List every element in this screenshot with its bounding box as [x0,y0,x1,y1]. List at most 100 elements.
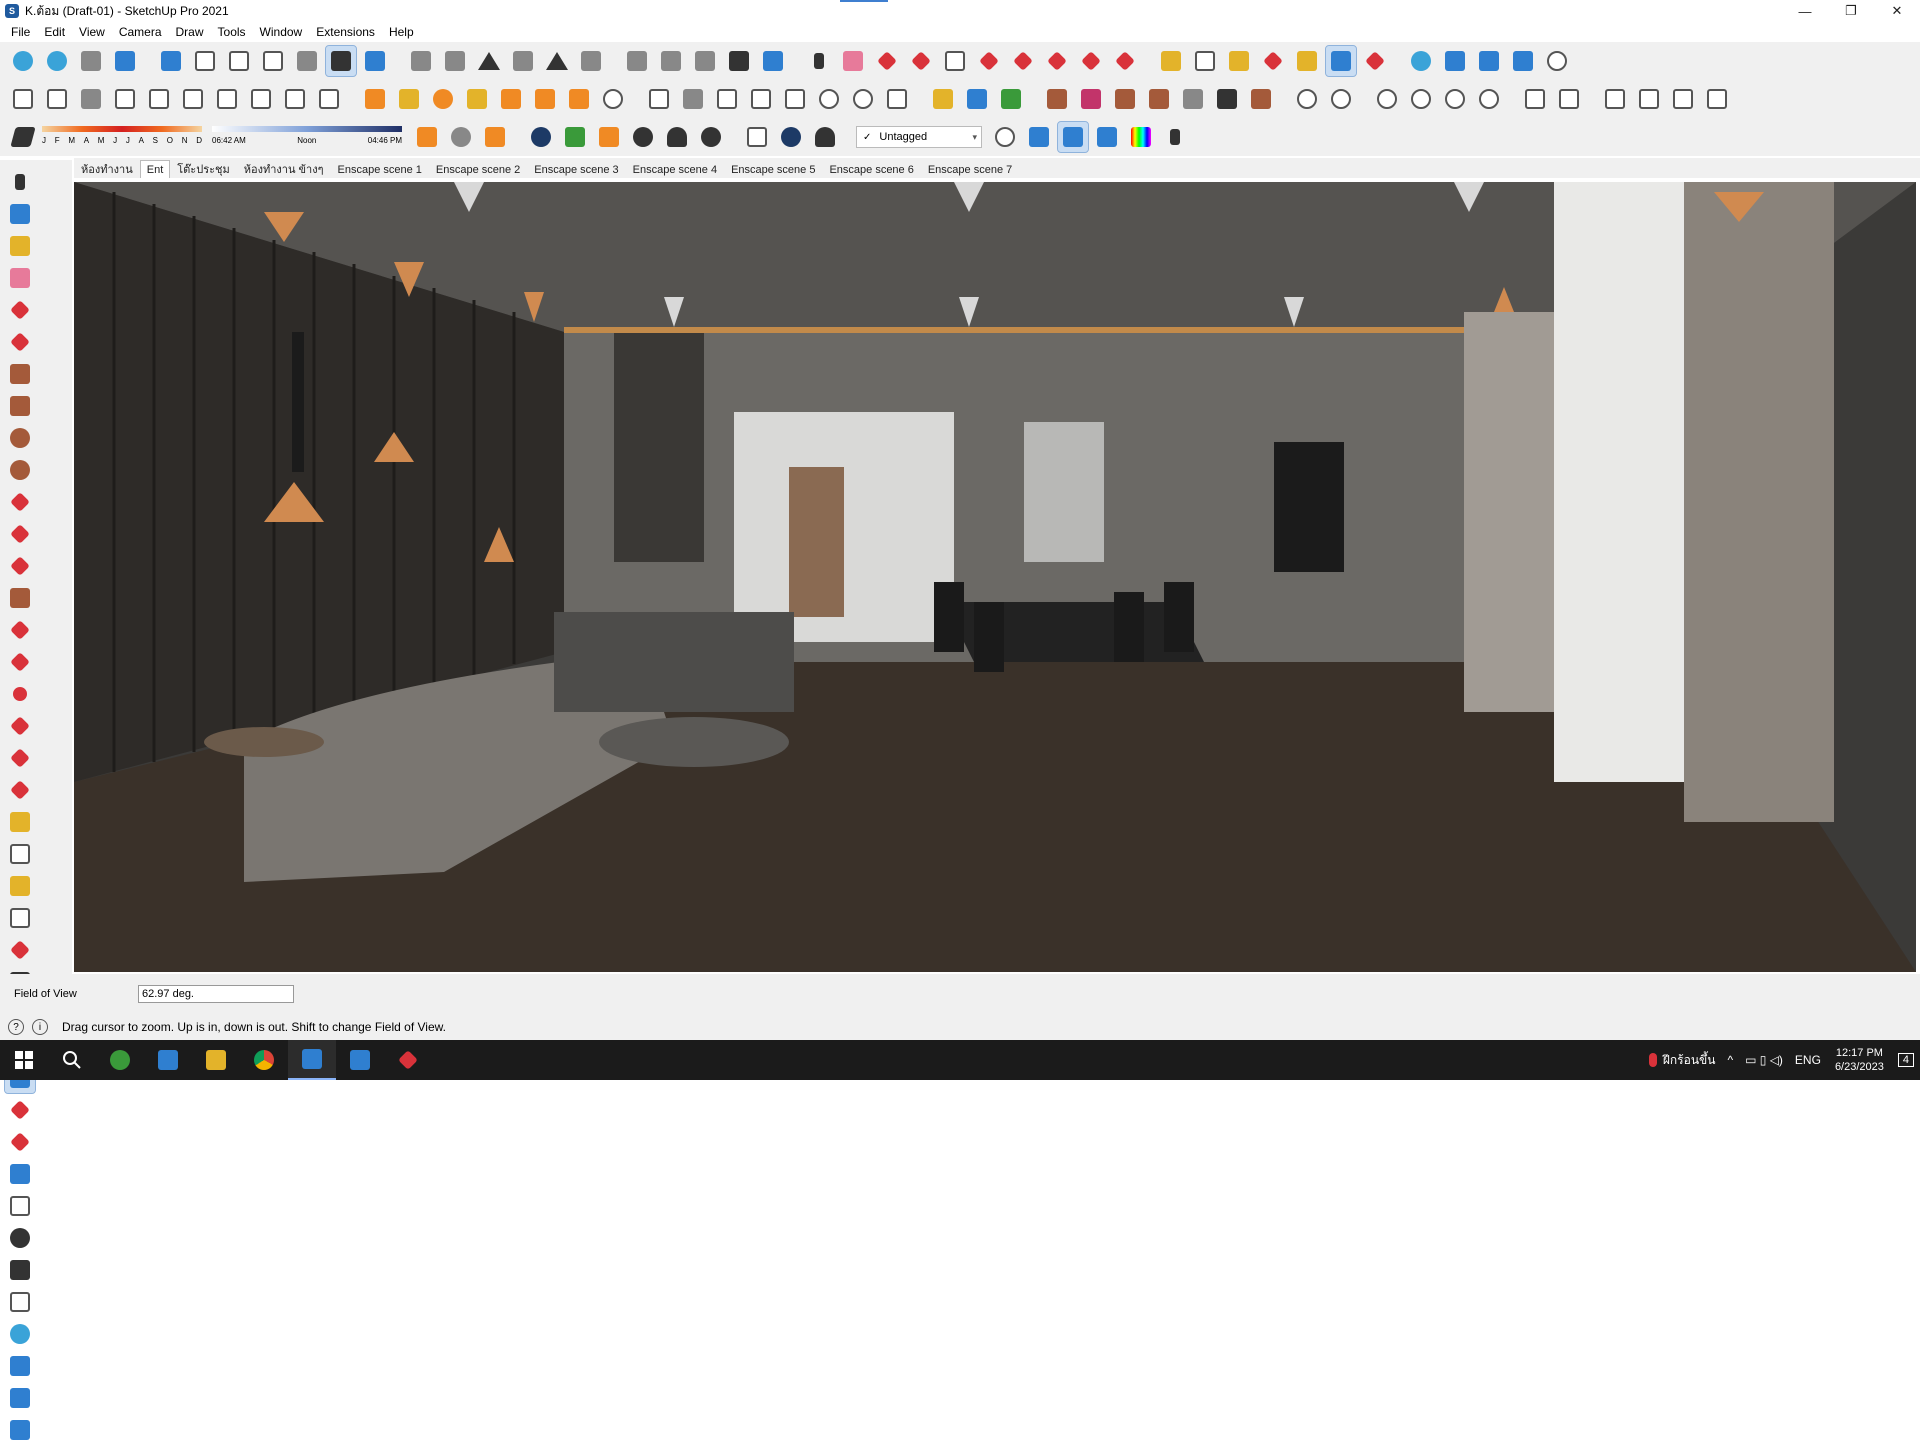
make-component-button[interactable] [928,84,958,114]
add-detail-button[interactable] [814,84,844,114]
drape-tool-button[interactable] [1246,84,1276,114]
left-line-button[interactable] [5,295,35,325]
cloud-upload-button[interactable] [662,122,692,152]
text-tool-button[interactable] [1190,46,1220,76]
enscape-settings-button[interactable] [110,46,140,76]
enscape-video-button[interactable] [1440,46,1470,76]
left-circle-button[interactable] [5,423,35,453]
chrome-button[interactable] [240,1040,288,1080]
solid-intersect-button[interactable] [76,84,106,114]
file-explorer-button[interactable] [192,1040,240,1080]
line-app-button[interactable] [96,1040,144,1080]
scene-tab-enscape-1[interactable]: Enscape scene 1 [331,160,429,178]
photos-button[interactable] [336,1040,384,1080]
make-group-button[interactable] [962,84,992,114]
from-contours-button[interactable] [1110,84,1140,114]
right-view-button[interactable] [508,46,538,76]
window-edit-button[interactable] [1634,84,1664,114]
left-look-around-button[interactable] [5,1223,35,1253]
left-dimension-button[interactable] [5,839,35,869]
line-tool-button[interactable] [872,46,902,76]
shaded-button[interactable] [292,46,322,76]
flip-edge-button[interactable] [848,84,878,114]
zoom-tool-button[interactable] [1325,45,1357,77]
enscape-capture-button[interactable] [76,46,106,76]
tape-measure-button[interactable] [1156,46,1186,76]
menu-window[interactable]: Window [253,25,310,39]
select-cursor-button[interactable] [1160,122,1190,152]
left-rotate-button[interactable] [5,679,35,709]
restore-button[interactable]: ❐ [1828,0,1874,22]
photo-textures-button[interactable] [678,84,708,114]
sandbox-button[interactable] [8,84,38,114]
layer-stack-button[interactable] [480,122,510,152]
share-model-button[interactable] [314,84,344,114]
menu-help[interactable]: Help [382,25,421,39]
dimension-tool-button[interactable] [530,84,560,114]
window-lock-button[interactable] [1702,84,1732,114]
shape-bender-button[interactable] [1440,84,1470,114]
enscape-start-button[interactable] [8,46,38,76]
calculator-button[interactable] [144,1040,192,1080]
extrude-button[interactable] [1406,84,1436,114]
tag-dropdown[interactable]: ✓ Untagged ▾ [856,126,982,148]
left-tape-button[interactable] [5,807,35,837]
orbit-tool-button[interactable] [1258,46,1288,76]
move-tool-button[interactable] [1042,46,1072,76]
left-follow-me-button[interactable] [5,711,35,741]
left-enscape-assets-button[interactable] [5,1415,35,1445]
scene-tab-enscape-4[interactable]: Enscape scene 4 [626,160,724,178]
drape-button[interactable] [780,84,810,114]
windows-start-button[interactable] [0,1040,48,1080]
left-position-camera-button[interactable] [5,1191,35,1221]
terrain-button[interactable] [1042,84,1072,114]
iso-view-button[interactable] [406,46,436,76]
profile-builder-button[interactable] [1520,84,1550,114]
solid-trim-button[interactable] [178,84,208,114]
smoove-tool-button[interactable] [1178,84,1208,114]
pan-tool-button[interactable] [1292,46,1322,76]
enscape-render-button[interactable] [1406,46,1436,76]
left-3pt-arc-button[interactable] [5,551,35,581]
left-push-pull-button[interactable] [5,647,35,677]
checker-button[interactable] [628,122,658,152]
left-eraser-button[interactable] [5,263,35,293]
shadow-month-slider[interactable]: J F M A M J J A S O N D [42,124,202,150]
section-plane-button[interactable] [360,84,390,114]
enscape-cube-button[interactable] [1024,122,1054,152]
follow-me-button[interactable] [1008,46,1038,76]
info-icon[interactable]: i [32,1019,48,1035]
match-photo-button[interactable] [644,84,674,114]
scene-tab-enscape-5[interactable]: Enscape scene 5 [724,160,822,178]
stamp-button[interactable] [746,84,776,114]
model-viewport[interactable] [74,182,1916,972]
scene-tab-enscape-2[interactable]: Enscape scene 2 [429,160,527,178]
paint-bucket-button[interactable] [1224,46,1254,76]
menu-edit[interactable]: Edit [37,25,72,39]
tray-icons[interactable]: ▭ ▯ ◁) [1745,1053,1783,1067]
solid-tools-button[interactable] [996,84,1026,114]
menu-draw[interactable]: Draw [169,25,211,39]
window-builder-button[interactable] [1600,84,1630,114]
tree-button[interactable] [560,122,590,152]
add-location-button[interactable] [526,122,556,152]
3d-text-button[interactable] [564,84,594,114]
scene-tab-enscape-7[interactable]: Enscape scene 7 [921,160,1019,178]
app-red-button[interactable] [384,1040,432,1080]
sketchup-diff-button[interactable] [412,122,442,152]
left-protractor-button[interactable] [5,871,35,901]
scene-tab-office[interactable]: ห้องทำงาน [74,160,140,178]
gear-button[interactable] [696,122,726,152]
minimize-button[interactable]: — [1782,0,1828,22]
left-move-button[interactable] [5,615,35,645]
left-offset-button[interactable] [5,775,35,805]
window-copy-button[interactable] [1668,84,1698,114]
color-picker-button[interactable] [1126,122,1156,152]
enscape-sync-button[interactable] [42,46,72,76]
back-edges-button[interactable] [190,46,220,76]
arc-tool-button[interactable] [906,46,936,76]
refresh-button[interactable] [1474,84,1504,114]
sketchup-taskbar-button[interactable] [288,1040,336,1080]
scale-tool-button[interactable] [1110,46,1140,76]
left-polygon-button[interactable] [5,455,35,485]
